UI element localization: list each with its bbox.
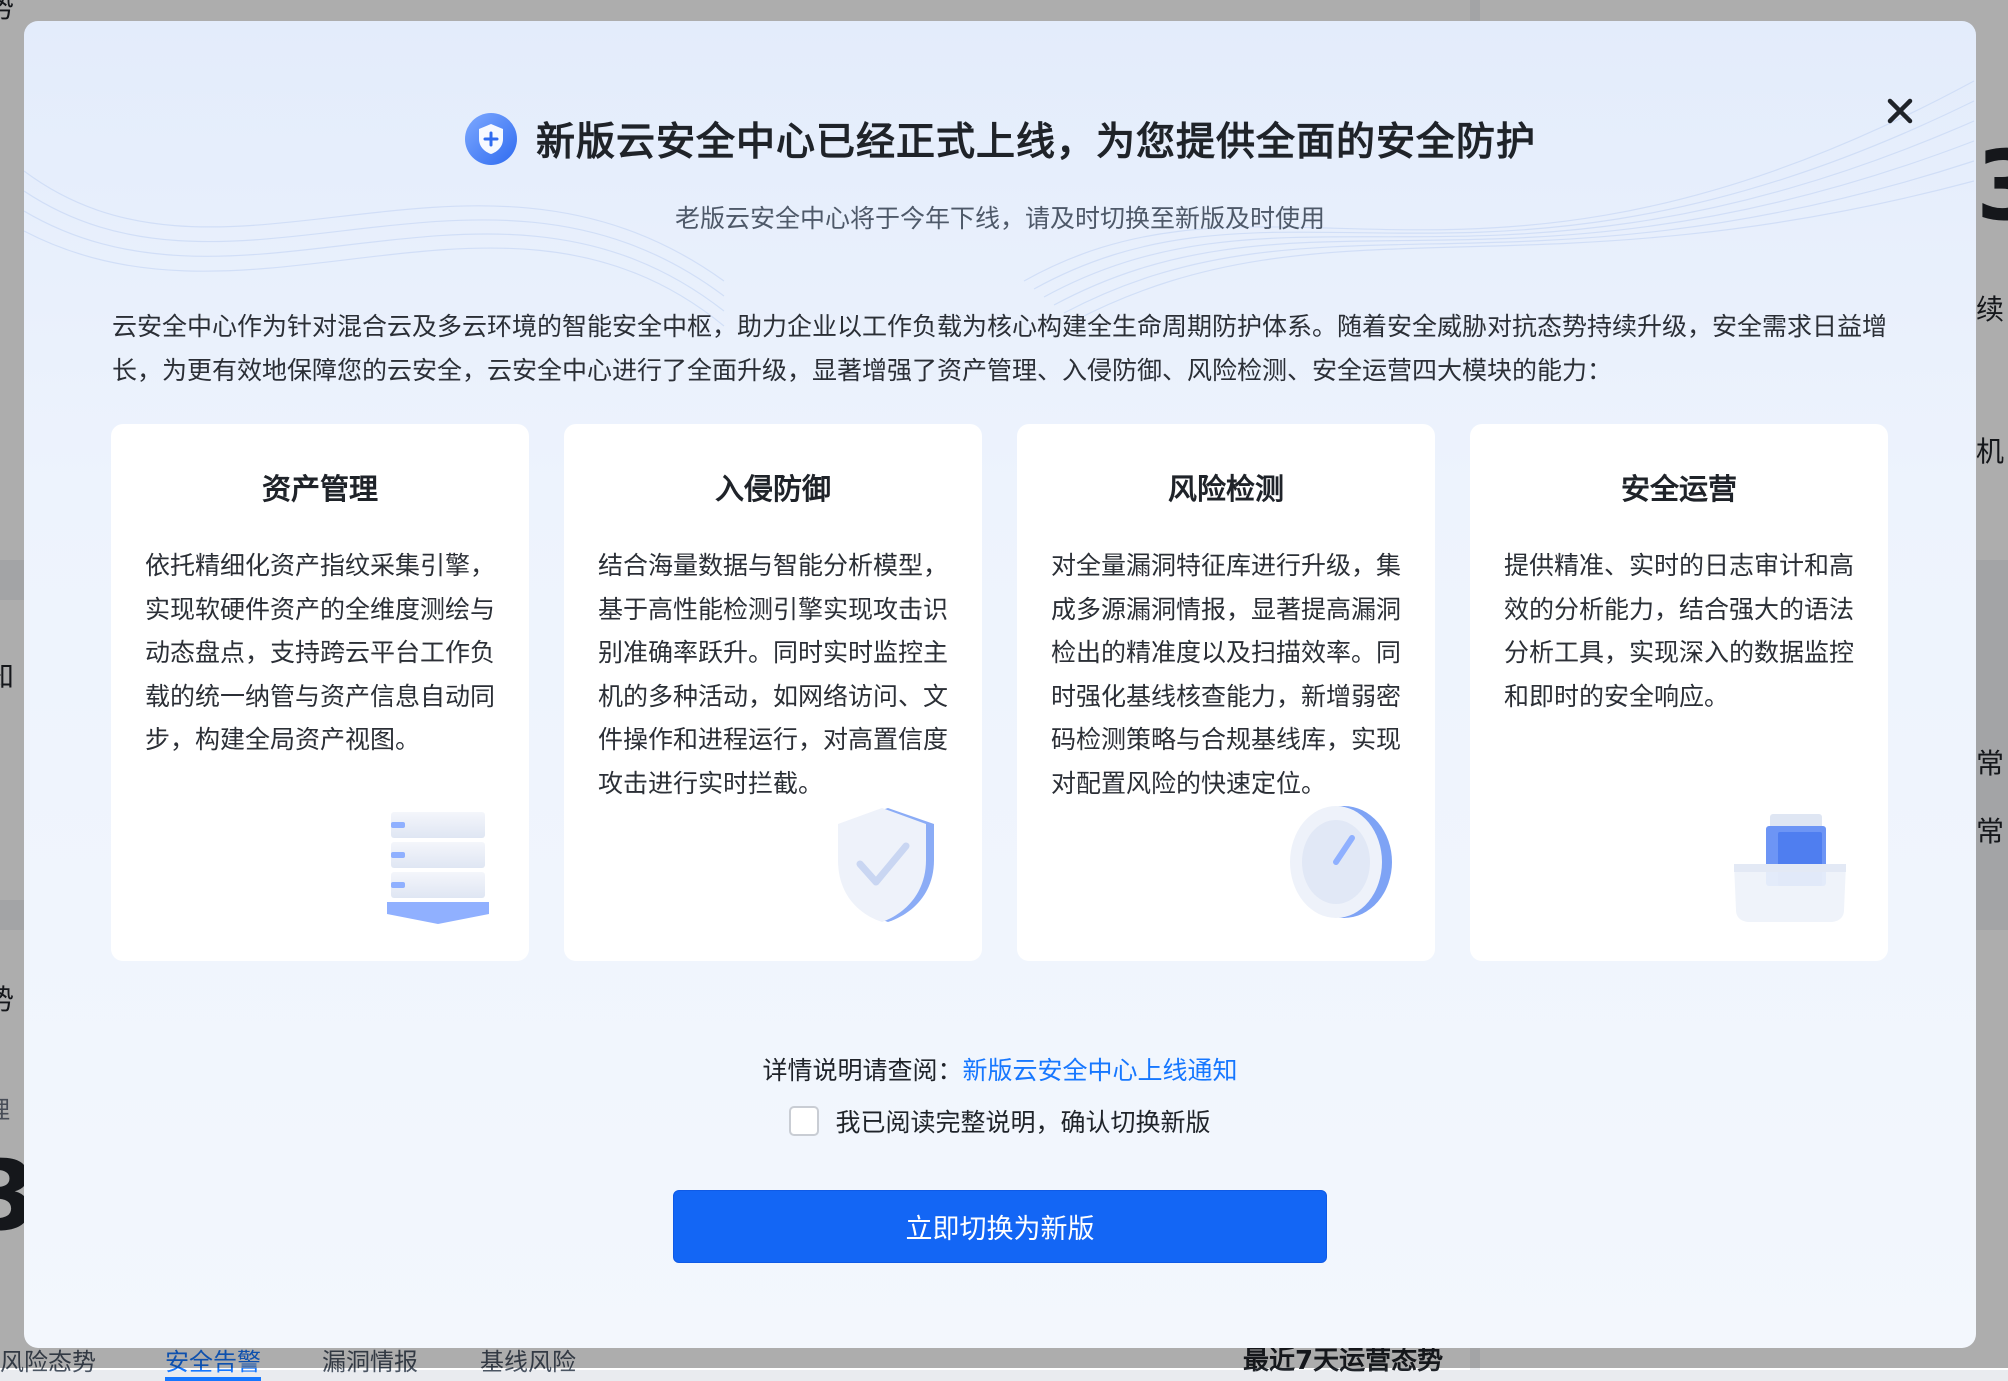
confirm-checkbox[interactable]	[789, 1106, 820, 1136]
intro-paragraph: 云安全中心作为针对混合云及多云环境的智能安全中枢，助力企业以工作负载为核心构建全…	[112, 312, 1888, 385]
card-title: 资产管理	[261, 472, 378, 506]
modal-subtitle: 老版云安全中心将于今年下线，请及时切换至新版及时使用	[674, 204, 1325, 233]
announcement-link[interactable]: 新版云安全中心上线通知	[963, 1056, 1238, 1085]
confirm-label[interactable]: 我已阅读完整说明，确认切换新版	[835, 1103, 1210, 1139]
card-description: 对全量漏洞特征库进行升级，集成多源漏洞情报，显著提高漏洞检出的精准度以及扫描效率…	[1051, 551, 1402, 798]
feature-card-risk-detection: 风险检测 对全量漏洞特征库进行升级，集成多源漏洞情报，显著提高漏洞检出的精准度以…	[1017, 424, 1435, 961]
modal-title: 新版云安全中心已经正式上线，为您提供全面的安全防护	[535, 120, 1536, 165]
shield-plus-icon	[464, 113, 517, 165]
gauge-icon	[1290, 806, 1392, 918]
document-box-icon	[1734, 814, 1846, 922]
server-stack-icon	[387, 812, 489, 924]
feature-card-asset-management: 资产管理 依托精细化资产指纹采集引擎，实现软硬件资产的全维度测绘与动态盘点，支持…	[111, 424, 529, 961]
title-row: 新版云安全中心已经正式上线，为您提供全面的安全防护	[24, 111, 1976, 167]
shield-check-icon	[838, 808, 934, 922]
confirm-row: 我已阅读完整说明，确认切换新版	[24, 1103, 1976, 1139]
card-description: 结合海量数据与智能分析模型，基于高性能检测引擎实现攻击识别准确率跃升。同时实时监…	[598, 551, 949, 798]
switch-now-button[interactable]: 立即切换为新版	[673, 1190, 1327, 1263]
card-description: 依托精细化资产指纹采集引擎，实现软硬件资产的全维度测绘与动态盘点，支持跨云平台工…	[145, 551, 496, 754]
card-title: 风险检测	[1167, 472, 1284, 506]
announcement-modal: 新版云安全中心已经正式上线，为您提供全面的安全防护 老版云安全中心将于今年下线，…	[24, 21, 1976, 1348]
card-description: 提供精准、实时的日志审计和高效的分析能力，结合强大的语法分析工具，实现深入的数据…	[1504, 551, 1855, 711]
detail-prefix: 详情说明请查阅：	[762, 1056, 963, 1085]
detail-row: 详情说明请查阅：新版云安全中心上线通知	[24, 1051, 1976, 1087]
feature-cards: 资产管理 依托精细化资产指纹采集引擎，实现软硬件资产的全维度测绘与动态盘点，支持…	[111, 424, 1889, 961]
card-title: 入侵防御	[714, 472, 831, 506]
card-title: 安全运营	[1620, 472, 1737, 506]
feature-card-intrusion-prevention: 入侵防御 结合海量数据与智能分析模型，基于高性能检测引擎实现攻击识别准确率跃升。…	[564, 424, 982, 961]
feature-card-security-operations: 安全运营 提供精准、实时的日志审计和高效的分析能力，结合强大的语法分析工具，实现…	[1470, 424, 1888, 961]
